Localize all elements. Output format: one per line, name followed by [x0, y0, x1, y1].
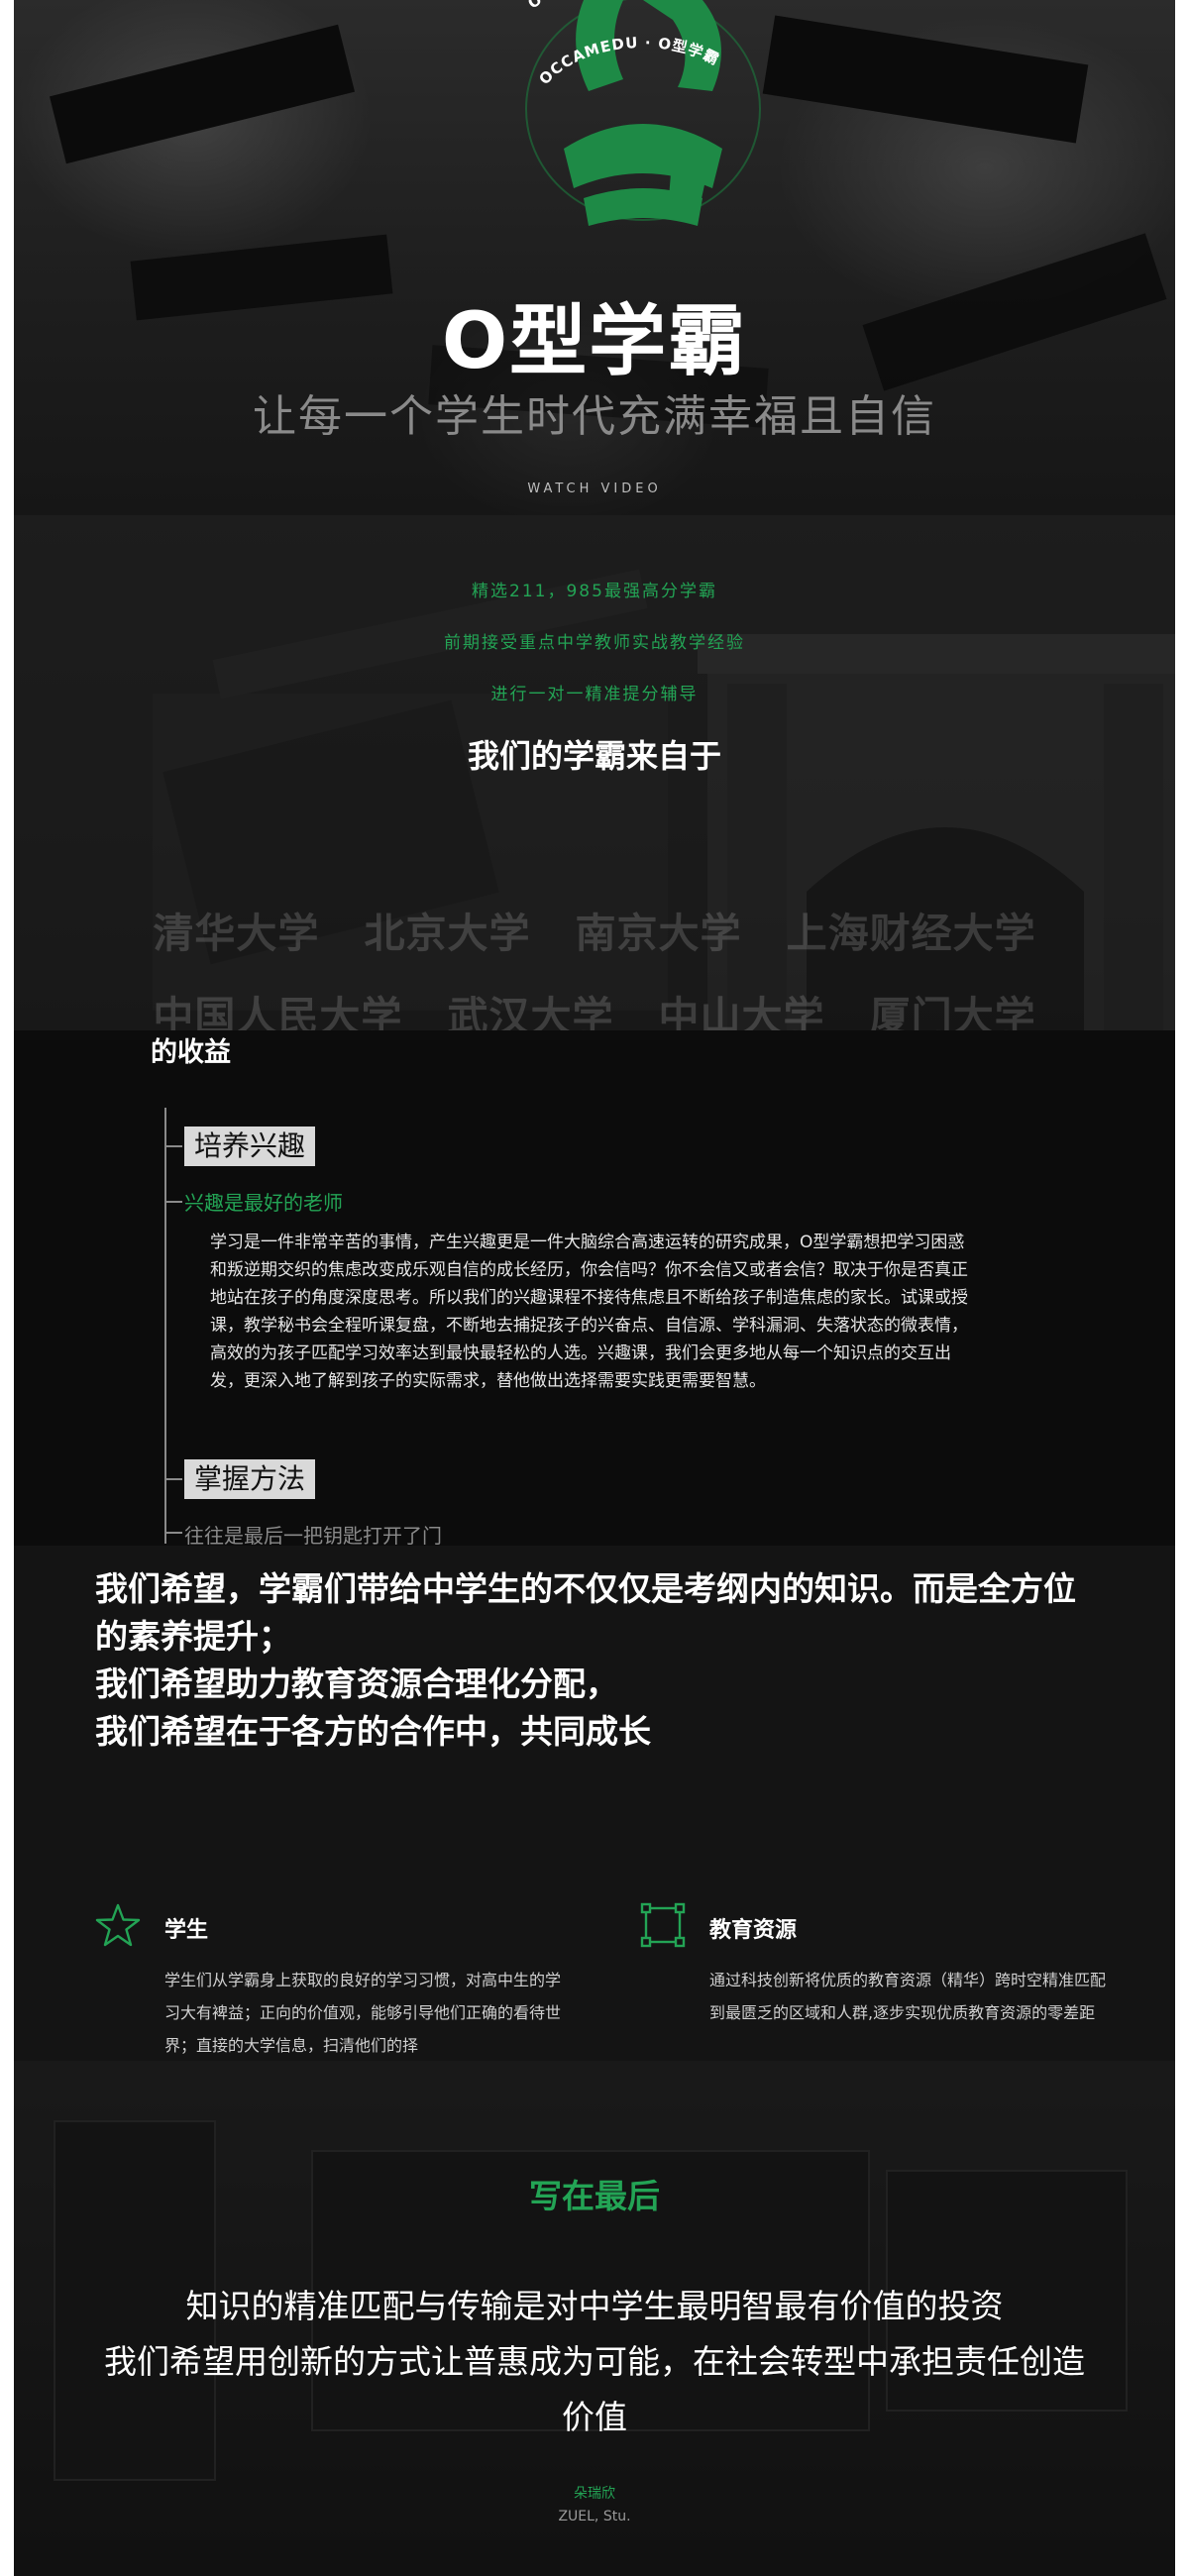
- university-name: 中山大学: [658, 993, 825, 1030]
- hero-subtitle: 让每一个学生时代充满幸福且自信: [253, 391, 936, 442]
- hope-section: 我们希望，学霸们带给中学生的不仅仅是考纲内的知识。而是全方位的素养提升； 我们希…: [14, 1546, 1175, 2061]
- card-resources-title: 教育资源: [709, 1918, 798, 1943]
- highlight-line-1: 精选211，985最强高分学霸: [472, 582, 717, 601]
- closing-line-1: 知识的精准匹配与传输是对中学生最明智最有价值的投资: [185, 2287, 1004, 2325]
- university-name: 南京大学: [575, 910, 742, 957]
- hero-section: OCCAMEDU · O型学霸 OCCAMEDU · O型学霸 O型学霸 让每一…: [14, 0, 1175, 515]
- benefits-section: 的收益 培养兴趣 兴趣是最好的老师 学习是一件非常辛苦的事情，产生兴趣更是一件大…: [14, 1030, 1175, 1548]
- benefit-subtitle-method: 往往是最后一把钥匙打开了门: [184, 1524, 442, 1548]
- hope-line-1: 我们希望，学霸们带给中学生的不仅仅是考纲内的知识。而是全方位的素养提升；: [95, 1569, 1076, 1656]
- university-name: 上海财经大学: [786, 910, 1036, 957]
- card-students-text: 学生们从学霸身上获取的良好的学习习惯，对高中生的学习大有裨益；正向的价值观，能够…: [164, 1971, 562, 2055]
- author-name: 朵瑞欣: [574, 2486, 615, 2502]
- square-nodes-icon: [640, 1902, 686, 1948]
- university-row-1: 清华大学 北京大学 南京大学 上海财经大学: [14, 900, 1175, 959]
- university-row-2: 中国人民大学 武汉大学 中山大学 厦门大学: [14, 983, 1175, 1030]
- benefit-paragraph-interest: 学习是一件非常辛苦的事情，产生兴趣更是一件大脑综合高速运转的研究成果，O型学霸想…: [210, 1233, 968, 1391]
- hope-line-3: 我们希望在于各方的合作中，共同成长: [95, 1712, 651, 1751]
- author-school: ZUEL, Stu.: [558, 2509, 631, 2524]
- timeline-tick: [164, 1478, 182, 1480]
- closing-title: 写在最后: [529, 2177, 660, 2215]
- benefit-tag-interest: 培养兴趣: [184, 1127, 316, 1166]
- benefits-title: 的收益: [151, 1037, 231, 1068]
- timeline-tick: [164, 1532, 182, 1534]
- schools-section: 精选211，985最强高分学霸 前期接受重点中学教师实战教学经验 进行一对一精准…: [14, 515, 1175, 1030]
- benefit-subtitle-interest: 兴趣是最好的老师: [184, 1191, 343, 1215]
- hope-line-2: 我们希望助力教育资源合理化分配，: [95, 1664, 618, 1703]
- card-resources-text: 通过科技创新将优质的教育资源（精华）跨时空精准匹配到最匮乏的区域和人群,逐步实现…: [709, 1971, 1107, 2022]
- hero-title: O型学霸: [441, 297, 748, 386]
- university-name: 武汉大学: [447, 993, 614, 1030]
- star-icon: [95, 1903, 141, 1947]
- highlight-line-2: 前期接受重点中学教师实战教学经验: [444, 633, 745, 653]
- page-frame: OCCAMEDU · O型学霸 OCCAMEDU · O型学霸 O型学霸 让每一…: [14, 0, 1175, 2576]
- highlight-line-3: 进行一对一精准提分辅导: [490, 685, 699, 704]
- university-name: 清华大学: [153, 910, 320, 957]
- watch-video-link[interactable]: WATCH VIDEO: [14, 482, 1175, 496]
- benefit-tag-method: 掌握方法: [184, 1459, 316, 1499]
- schools-heading: 我们的学霸来自于: [467, 737, 721, 775]
- hope-statement: 我们希望，学霸们带给中学生的不仅仅是考纲内的知识。而是全方位的素养提升； 我们希…: [95, 1565, 1106, 1756]
- timeline-tick: [164, 1145, 182, 1147]
- graduation-cap-shape: [49, 24, 356, 164]
- closing-line-2: 我们希望用创新的方式让普惠成为可能，在社会转型中承担责任创造价值: [104, 2342, 1085, 2436]
- occamedu-logo: OCCAMEDU · O型学霸 OCCAMEDU · O型学霸: [524, 0, 761, 226]
- closing-section: 写在最后 知识的精准匹配与传输是对中学生最明智最有价值的投资 我们希望用创新的方…: [14, 2061, 1175, 2576]
- university-name: 北京大学: [364, 910, 531, 957]
- card-students-title: 学生: [164, 1918, 209, 1943]
- timeline-tick: [164, 1201, 182, 1203]
- closing-statement: 知识的精准匹配与传输是对中学生最明智最有价值的投资 我们希望用创新的方式让普惠成…: [99, 2279, 1090, 2445]
- university-name: 厦门大学: [869, 993, 1036, 1030]
- university-name: 中国人民大学: [153, 993, 403, 1030]
